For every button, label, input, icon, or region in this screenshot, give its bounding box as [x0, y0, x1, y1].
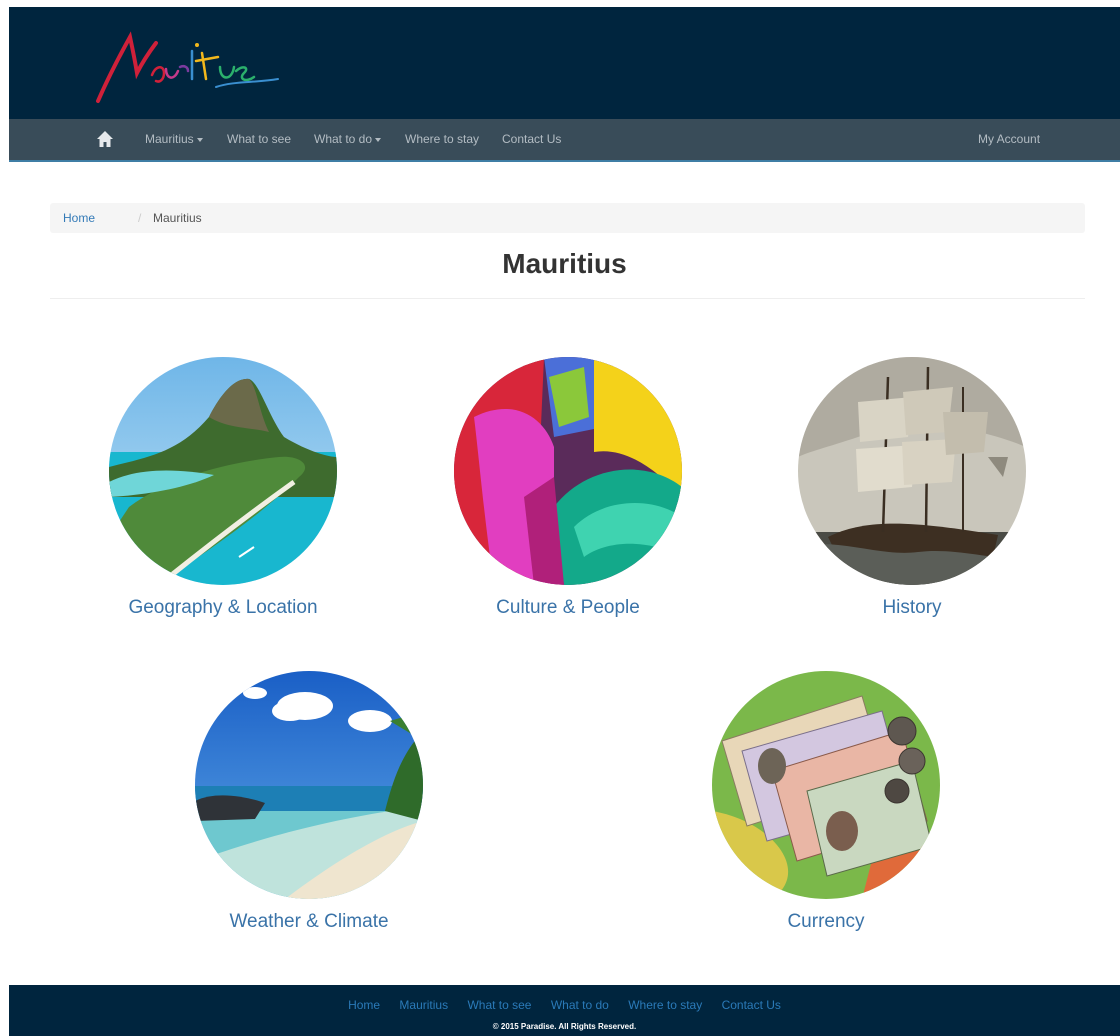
island-aerial-photo[interactable] [109, 357, 337, 585]
card-label[interactable]: History [678, 597, 1120, 619]
site-header [9, 7, 1120, 119]
nav-item-what-to-see[interactable]: What to see [227, 119, 291, 160]
footer-links: Home Mauritius What to see What to do Wh… [9, 998, 1120, 1012]
chevron-down-icon [196, 137, 203, 142]
home-icon[interactable] [96, 130, 114, 148]
footer-link-where-to-stay[interactable]: Where to stay [628, 998, 702, 1012]
beach-photo[interactable] [195, 671, 423, 899]
chevron-down-icon [375, 137, 382, 142]
card-culture[interactable]: Culture & People [454, 357, 682, 627]
card-history[interactable]: History [798, 357, 1026, 627]
nav-item-mauritius[interactable]: Mauritius [145, 119, 203, 160]
nav-item-what-to-see-label: What to see [227, 132, 292, 146]
nav-item-where-to-stay[interactable]: Where to stay [405, 119, 479, 160]
footer-link-what-to-see[interactable]: What to see [467, 998, 531, 1012]
footer-link-what-to-do[interactable]: What to do [551, 998, 609, 1012]
page: Mauritius What to see What to do Where t… [9, 7, 1120, 1036]
nav-item-contact-us-label: Contact Us [502, 132, 562, 146]
nav-item-what-to-do-label: What to do [314, 132, 373, 146]
colored-powder-photo[interactable] [454, 357, 682, 585]
breadcrumb-current: Mauritius [153, 211, 202, 225]
card-label[interactable]: Weather & Climate [75, 911, 543, 933]
card-label[interactable]: Currency [592, 911, 1060, 933]
mauritius-logo[interactable] [94, 23, 279, 105]
breadcrumb-separator: / [138, 211, 142, 225]
nav-item-my-account-label: My Account [978, 132, 1041, 146]
nav-item-mauritius-label: Mauritius [145, 132, 194, 146]
breadcrumb: Home / Mauritius [50, 203, 1085, 233]
nav-item-where-to-stay-label: Where to stay [405, 132, 480, 146]
footer-link-home[interactable]: Home [348, 998, 380, 1012]
nav-item-what-to-do[interactable]: What to do [314, 119, 382, 160]
footer-copyright: © 2015 Paradise. All Rights Reserved. [492, 1022, 637, 1031]
card-currency[interactable]: Currency [712, 671, 940, 941]
site-footer: Home Mauritius What to see What to do Wh… [9, 985, 1120, 1036]
sailing-ship-painting[interactable] [798, 357, 1026, 585]
nav-item-contact-us[interactable]: Contact Us [502, 119, 561, 160]
title-divider [50, 298, 1085, 299]
banknotes-photo[interactable] [712, 671, 940, 899]
breadcrumb-home-link[interactable]: Home [63, 203, 95, 233]
main-navbar: Mauritius What to see What to do Where t… [9, 119, 1120, 162]
nav-item-my-account[interactable]: My Account [978, 119, 1040, 160]
footer-link-mauritius[interactable]: Mauritius [399, 998, 448, 1012]
page-title: Mauritius [502, 248, 627, 279]
footer-link-contact-us[interactable]: Contact Us [722, 998, 781, 1012]
card-geography[interactable]: Geography & Location [109, 357, 337, 627]
card-weather[interactable]: Weather & Climate [195, 671, 423, 941]
